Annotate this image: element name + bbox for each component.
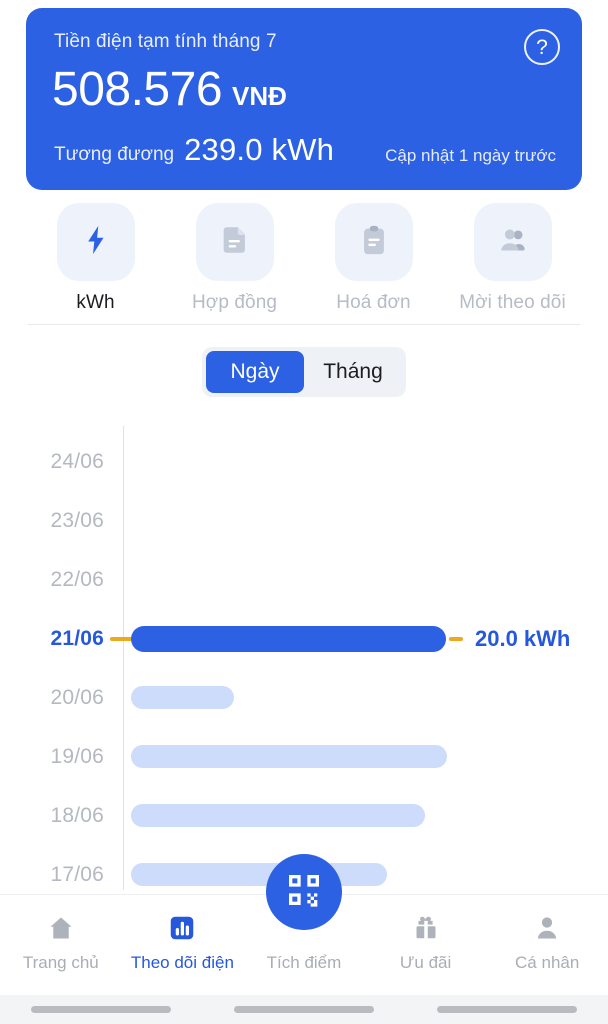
chart-bar <box>131 804 425 827</box>
gesture-bar-segment <box>31 1006 172 1013</box>
nav-label: Ưu đãi <box>399 953 452 972</box>
chart-row-label: 19/06 <box>50 744 104 768</box>
quick-action-label: Hợp đồng <box>191 292 278 313</box>
nav-label: Cá nhân <box>515 953 580 972</box>
amount-currency: VNĐ <box>232 81 287 111</box>
chart-row-label: 24/06 <box>50 449 104 473</box>
chart-bar <box>131 745 447 768</box>
quick-action-tile <box>473 203 552 281</box>
equivalent-value: 239.0 kWh <box>184 132 335 167</box>
chart-row-label: 17/06 <box>50 862 104 886</box>
quick-action-label: kWh <box>76 292 115 313</box>
quick-actions-row: kWh Hợp đồng Hoá đơn Mời theo dõi <box>26 203 582 315</box>
quick-action-tile <box>334 203 413 281</box>
gesture-bar-segment <box>233 1006 374 1013</box>
amount-value: 508.576 <box>52 63 223 116</box>
nav-item-offers[interactable]: Ưu đãi <box>365 895 487 996</box>
card-title: Tiền điện tạm tính tháng 7 <box>54 31 277 52</box>
quick-action-tile <box>56 203 135 281</box>
chart-bar <box>131 863 387 886</box>
nav-label: Theo dõi điện <box>130 953 234 972</box>
amount-row: 508.576 VNĐ <box>52 62 287 117</box>
bar-chart-icon <box>167 911 197 945</box>
lightning-bolt-icon <box>79 223 113 262</box>
tab-thang[interactable]: Tháng <box>304 351 402 393</box>
chart-row[interactable]: 18/06 <box>0 786 608 845</box>
quick-action-contract[interactable]: Hợp đồng <box>165 203 304 315</box>
equivalent-row: Tương đương 239.0 kWh <box>54 132 334 168</box>
document-icon <box>218 223 252 262</box>
updated-text: Cập nhật 1 ngày trước <box>385 146 556 165</box>
chart-bar <box>131 686 234 709</box>
chart-row-label: 20/06 <box>50 685 104 709</box>
quick-action-kwh[interactable]: kWh <box>26 203 165 315</box>
app-screen: Tiền điện tạm tính tháng 7 508.576 VNĐ T… <box>0 0 608 1024</box>
qr-code-icon <box>284 870 324 915</box>
connector-stub-right <box>449 636 463 641</box>
chart-row[interactable]: 22/06 <box>0 550 608 609</box>
gift-icon <box>411 911 441 945</box>
nav-item-electricity[interactable]: Theo dõi điện <box>122 895 244 996</box>
connector-stub-left <box>110 636 132 641</box>
chart-row-label: 18/06 <box>50 803 104 827</box>
chart-row[interactable]: 20/06 <box>0 668 608 727</box>
chart-bar-value: 20.0 kWh <box>475 625 571 651</box>
chart-row[interactable]: 23/06 <box>0 491 608 550</box>
home-icon <box>46 911 76 945</box>
chart-bar <box>131 625 446 652</box>
person-icon <box>532 911 562 945</box>
chart-row-selected[interactable]: 21/06 20.0 kWh <box>0 609 608 668</box>
quick-action-invoice[interactable]: Hoá đơn <box>304 203 443 315</box>
question-circle-icon[interactable]: ? <box>524 29 560 65</box>
quick-action-tile <box>195 203 274 281</box>
quick-action-invite[interactable]: Mời theo dõi <box>443 203 582 315</box>
equivalent-label: Tương đương <box>54 144 175 165</box>
system-gesture-bar <box>0 995 608 1024</box>
quick-action-label: Hoá đơn <box>336 292 411 313</box>
clipboard-icon <box>357 223 391 262</box>
electricity-summary-card: Tiền điện tạm tính tháng 7 508.576 VNĐ T… <box>26 8 582 190</box>
nav-label: Tích điểm <box>266 953 342 972</box>
chart-row[interactable]: 19/06 <box>0 727 608 786</box>
nav-item-home[interactable]: Trang chủ <box>0 895 122 996</box>
section-divider <box>28 324 580 325</box>
chart-row[interactable]: 24/06 <box>0 432 608 491</box>
nav-item-profile[interactable]: Cá nhân <box>486 895 608 996</box>
chart-row-label: 21/06 <box>50 626 104 650</box>
tab-ngay[interactable]: Ngày <box>206 351 304 393</box>
quick-action-label: Mời theo dõi <box>459 292 566 313</box>
people-group-icon <box>496 223 530 262</box>
daily-usage-chart: 24/06 23/06 22/06 21/06 20.0 kWh 20/06 1… <box>0 420 608 890</box>
period-toggle: Ngày Tháng <box>202 347 406 397</box>
chart-row-label: 22/06 <box>50 567 104 591</box>
nav-label: Trang chủ <box>22 953 99 972</box>
gesture-bar-segment <box>436 1006 577 1013</box>
qr-scan-button[interactable] <box>266 854 342 930</box>
chart-row-label: 23/06 <box>50 508 104 532</box>
